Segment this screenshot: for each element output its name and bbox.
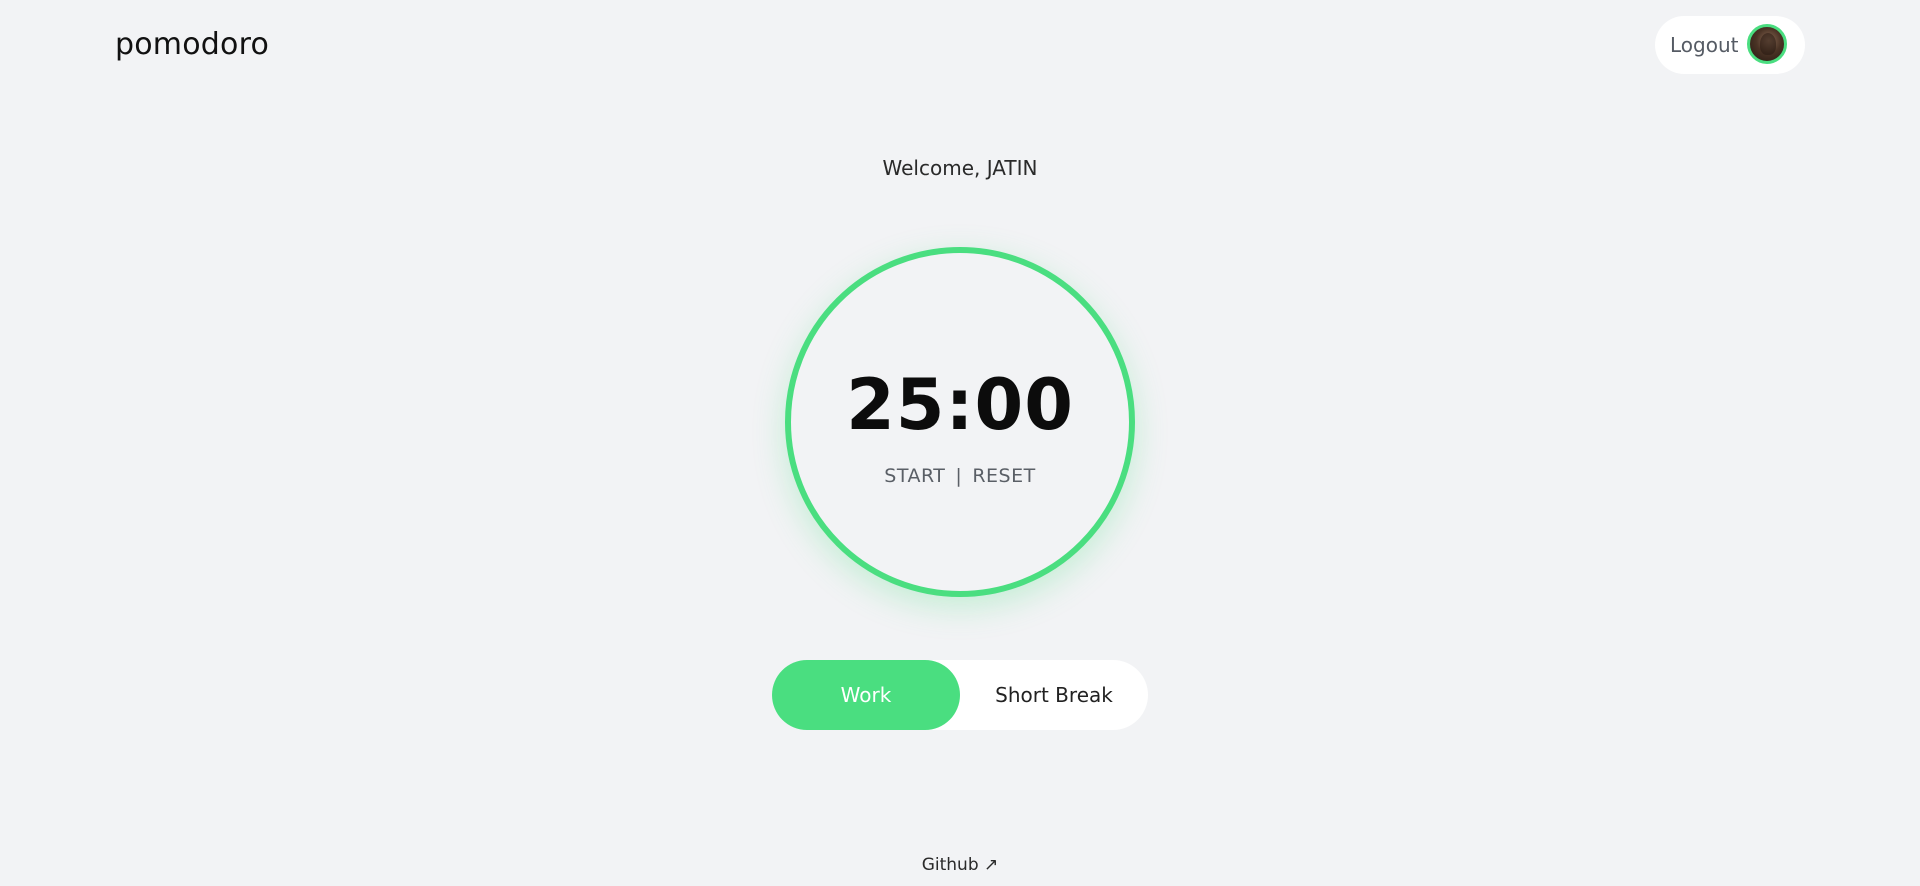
mode-short-break-button[interactable]: Short Break — [960, 660, 1148, 730]
timer-controls: START | RESET — [791, 465, 1129, 487]
controls-separator: | — [955, 465, 963, 487]
pomodoro-page: pomodoro Logout Welcome, JATIN 25:00 STA… — [0, 0, 1920, 886]
mode-work-button[interactable]: Work — [772, 660, 960, 730]
welcome-message: Welcome, JATIN — [882, 156, 1038, 180]
timer-ring: 25:00 START | RESET — [785, 247, 1135, 597]
logout-button[interactable]: Logout — [1655, 16, 1805, 74]
brand-logo: pomodoro — [115, 27, 270, 62]
reset-button[interactable]: RESET — [972, 465, 1035, 487]
logout-label: Logout — [1670, 33, 1739, 57]
github-link[interactable]: Github ↗ — [0, 855, 1920, 875]
mode-toggle: Work Short Break — [772, 660, 1148, 730]
start-button[interactable]: START — [884, 465, 945, 487]
timer-display: 25:00 — [846, 364, 1074, 446]
avatar[interactable] — [1747, 24, 1787, 64]
